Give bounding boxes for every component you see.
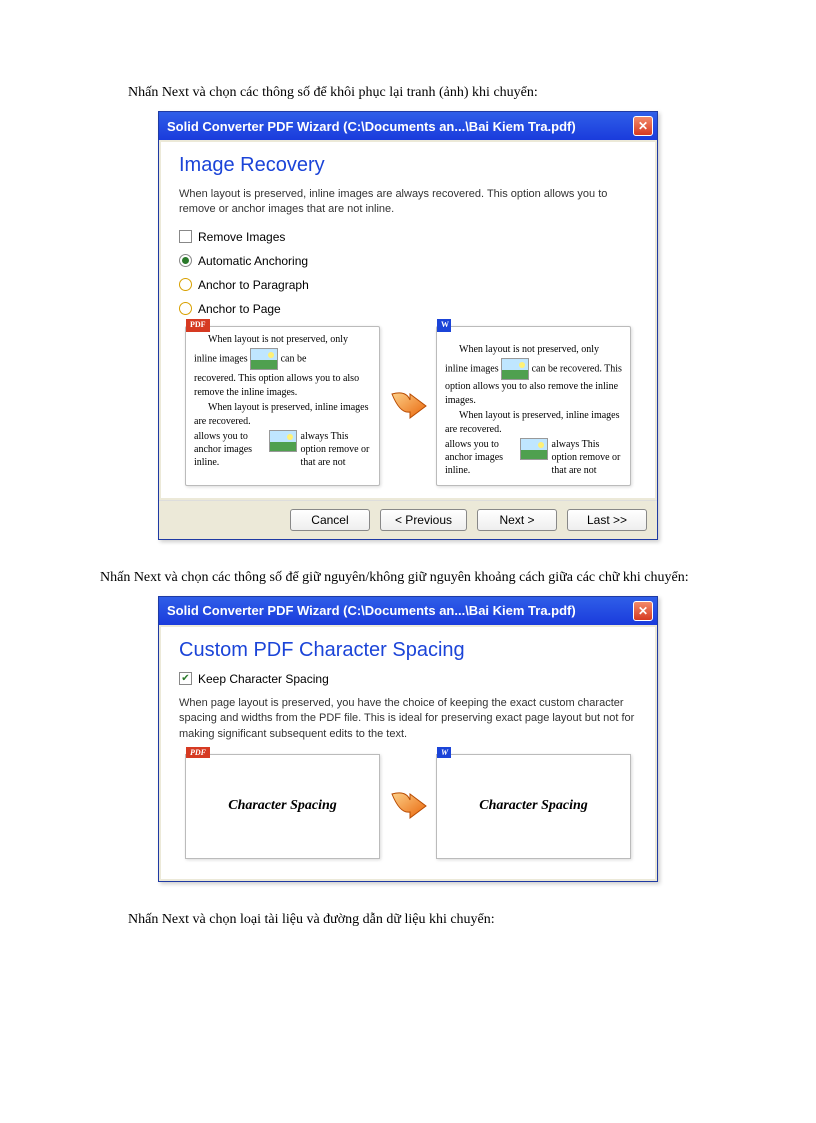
remove-images-option[interactable]: Remove Images bbox=[179, 230, 637, 244]
automatic-anchoring-option[interactable]: Automatic Anchoring bbox=[179, 254, 637, 268]
dialog-heading: Image Recovery bbox=[179, 154, 637, 177]
word-tag: W bbox=[437, 747, 451, 758]
preview-text: always This option remove or that are no… bbox=[552, 438, 623, 477]
last-button[interactable]: Last >> bbox=[567, 509, 647, 531]
image-icon bbox=[520, 438, 548, 460]
option-label: Anchor to Page bbox=[198, 302, 281, 316]
close-icon: ✕ bbox=[638, 119, 648, 133]
checkbox-icon bbox=[179, 230, 192, 243]
dialog-description: When page layout is preserved, you have … bbox=[179, 696, 637, 742]
title-text: Solid Converter PDF Wizard (C:\Documents… bbox=[167, 119, 576, 134]
close-button[interactable]: ✕ bbox=[633, 116, 653, 136]
arrow-icon bbox=[388, 786, 428, 826]
arrow-icon bbox=[388, 386, 428, 426]
image-icon bbox=[250, 348, 278, 370]
pdf-tag: PDF bbox=[186, 747, 210, 758]
preview-text: When layout is preserved, inline images … bbox=[445, 409, 622, 436]
image-icon bbox=[269, 430, 297, 452]
word-preview: W Character Spacing bbox=[436, 754, 631, 859]
preview-text: Character Spacing bbox=[228, 798, 337, 814]
anchor-paragraph-option[interactable]: Anchor to Paragraph bbox=[179, 278, 637, 292]
close-button[interactable]: ✕ bbox=[633, 601, 653, 621]
dialog-heading: Custom PDF Character Spacing bbox=[179, 639, 637, 662]
image-recovery-dialog: Solid Converter PDF Wizard (C:\Documents… bbox=[158, 111, 658, 540]
word-tag: W bbox=[437, 319, 451, 332]
titlebar: Solid Converter PDF Wizard (C:\Documents… bbox=[159, 597, 657, 625]
next-button[interactable]: Next > bbox=[477, 509, 557, 531]
close-icon: ✕ bbox=[638, 604, 648, 618]
option-label: Keep Character Spacing bbox=[198, 672, 329, 686]
radio-icon bbox=[179, 254, 192, 267]
option-label: Anchor to Paragraph bbox=[198, 278, 309, 292]
instruction-2: Nhấn Next và chọn các thông số để giữ ng… bbox=[72, 570, 716, 586]
option-label: Automatic Anchoring bbox=[198, 254, 308, 268]
dialog-description: When layout is preserved, inline images … bbox=[179, 187, 637, 218]
instruction-1: Nhấn Next và chọn các thông số để khôi p… bbox=[100, 85, 716, 101]
preview-text: recovered. This option allows you to als… bbox=[194, 372, 371, 399]
preview-text: When layout is not preserved, only bbox=[194, 333, 371, 347]
word-preview: W When layout is not preserved, only inl… bbox=[436, 326, 631, 486]
radio-icon bbox=[179, 278, 192, 291]
preview-text: always This option remove or that are no… bbox=[301, 430, 372, 469]
preview-text: Character Spacing bbox=[479, 798, 588, 814]
instruction-3: Nhấn Next và chọn loại tài liệu và đường… bbox=[100, 912, 716, 928]
keep-spacing-option[interactable]: ✔ Keep Character Spacing bbox=[179, 672, 637, 686]
preview-text: inline images can be bbox=[194, 348, 371, 370]
checkbox-icon: ✔ bbox=[179, 672, 192, 685]
pdf-tag: PDF bbox=[186, 319, 210, 332]
character-spacing-dialog: Solid Converter PDF Wizard (C:\Documents… bbox=[158, 596, 658, 882]
cancel-button[interactable]: Cancel bbox=[290, 509, 370, 531]
pdf-preview: PDF Character Spacing bbox=[185, 754, 380, 859]
titlebar: Solid Converter PDF Wizard (C:\Documents… bbox=[159, 112, 657, 140]
title-text: Solid Converter PDF Wizard (C:\Documents… bbox=[167, 603, 576, 618]
button-bar: Cancel < Previous Next > Last >> bbox=[159, 500, 657, 539]
preview-row: PDF Character Spacing W Character Spacin… bbox=[179, 754, 637, 859]
preview-row: PDF When layout is not preserved, only i… bbox=[179, 326, 637, 486]
image-icon bbox=[501, 358, 529, 380]
dialog-body: Custom PDF Character Spacing ✔ Keep Char… bbox=[161, 627, 655, 879]
anchor-page-option[interactable]: Anchor to Page bbox=[179, 302, 637, 316]
option-label: Remove Images bbox=[198, 230, 285, 244]
radio-icon bbox=[179, 302, 192, 315]
preview-text: allows you to anchor images inline. bbox=[445, 438, 516, 477]
previous-button[interactable]: < Previous bbox=[380, 509, 467, 531]
preview-text: When layout is preserved, inline images … bbox=[194, 401, 371, 428]
preview-text: When layout is not preserved, only bbox=[445, 343, 622, 357]
preview-text: allows you to anchor images inline. bbox=[194, 430, 265, 469]
dialog-body: Image Recovery When layout is preserved,… bbox=[161, 142, 655, 498]
pdf-preview: PDF When layout is not preserved, only i… bbox=[185, 326, 380, 486]
preview-text: inline images can be recovered. This opt… bbox=[445, 358, 622, 407]
